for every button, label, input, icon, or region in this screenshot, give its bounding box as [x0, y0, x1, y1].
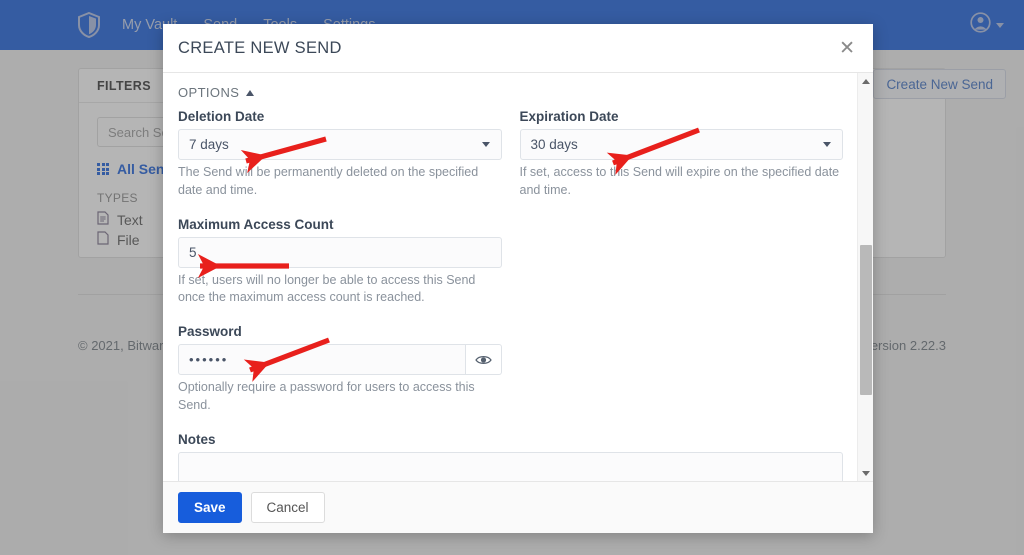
cancel-button[interactable]: Cancel — [251, 492, 325, 523]
expiration-date-group: Expiration Date 30 days If set, access t… — [520, 109, 844, 200]
notes-group: Notes — [178, 432, 843, 482]
notes-textarea[interactable] — [178, 452, 843, 482]
deletion-date-group: Deletion Date 7 days The Send will be pe… — [178, 109, 502, 200]
create-new-send-dialog: CREATE NEW SEND ✕ OPTIONS Deletion Date … — [163, 24, 873, 533]
triangle-up-icon[interactable] — [858, 73, 873, 89]
password-input-group: •••••• — [178, 344, 502, 375]
triangle-down-icon[interactable] — [858, 465, 873, 481]
password-label: Password — [178, 324, 502, 339]
dates-row: Deletion Date 7 days The Send will be pe… — [178, 109, 843, 200]
options-section-toggle[interactable]: OPTIONS — [178, 85, 843, 100]
dialog-body: OPTIONS Deletion Date 7 days The Send wi… — [163, 73, 857, 481]
deletion-date-select[interactable]: 7 days — [178, 129, 502, 160]
password-spacer — [520, 324, 844, 415]
expiration-date-help: If set, access to this Send will expire … — [520, 164, 844, 200]
save-button[interactable]: Save — [178, 492, 242, 523]
maximum-access-count-label: Maximum Access Count — [178, 217, 502, 232]
dialog-scrollbar[interactable] — [857, 73, 873, 481]
maximum-access-count-group: Maximum Access Count 5 If set, users wil… — [178, 217, 502, 308]
scrollbar-thumb[interactable] — [860, 245, 872, 395]
maximum-access-count-help: If set, users will no longer be able to … — [178, 272, 502, 308]
eye-icon[interactable] — [466, 344, 501, 375]
maximum-access-count-input[interactable]: 5 — [178, 237, 502, 268]
password-input[interactable]: •••••• — [178, 344, 466, 375]
password-help: Optionally require a password for users … — [178, 379, 502, 415]
expiration-date-select[interactable]: 30 days — [520, 129, 844, 160]
password-value: •••••• — [189, 352, 228, 367]
chevron-up-icon — [246, 90, 254, 96]
dialog-body-wrapper: OPTIONS Deletion Date 7 days The Send wi… — [163, 73, 873, 481]
deletion-date-help: The Send will be permanently deleted on … — [178, 164, 502, 200]
password-group: Password •••••• Optionally require a p — [178, 324, 502, 415]
dialog-title: CREATE NEW SEND — [178, 39, 835, 58]
close-icon[interactable]: ✕ — [835, 39, 859, 58]
max-access-spacer — [520, 217, 844, 308]
max-access-row: Maximum Access Count 5 If set, users wil… — [178, 217, 843, 308]
dialog-header: CREATE NEW SEND ✕ — [163, 24, 873, 73]
notes-label: Notes — [178, 432, 843, 447]
deletion-date-label: Deletion Date — [178, 109, 502, 124]
dialog-footer: Save Cancel — [163, 481, 873, 533]
expiration-date-label: Expiration Date — [520, 109, 844, 124]
password-row: Password •••••• Optionally require a p — [178, 324, 843, 415]
options-label: OPTIONS — [178, 85, 239, 100]
